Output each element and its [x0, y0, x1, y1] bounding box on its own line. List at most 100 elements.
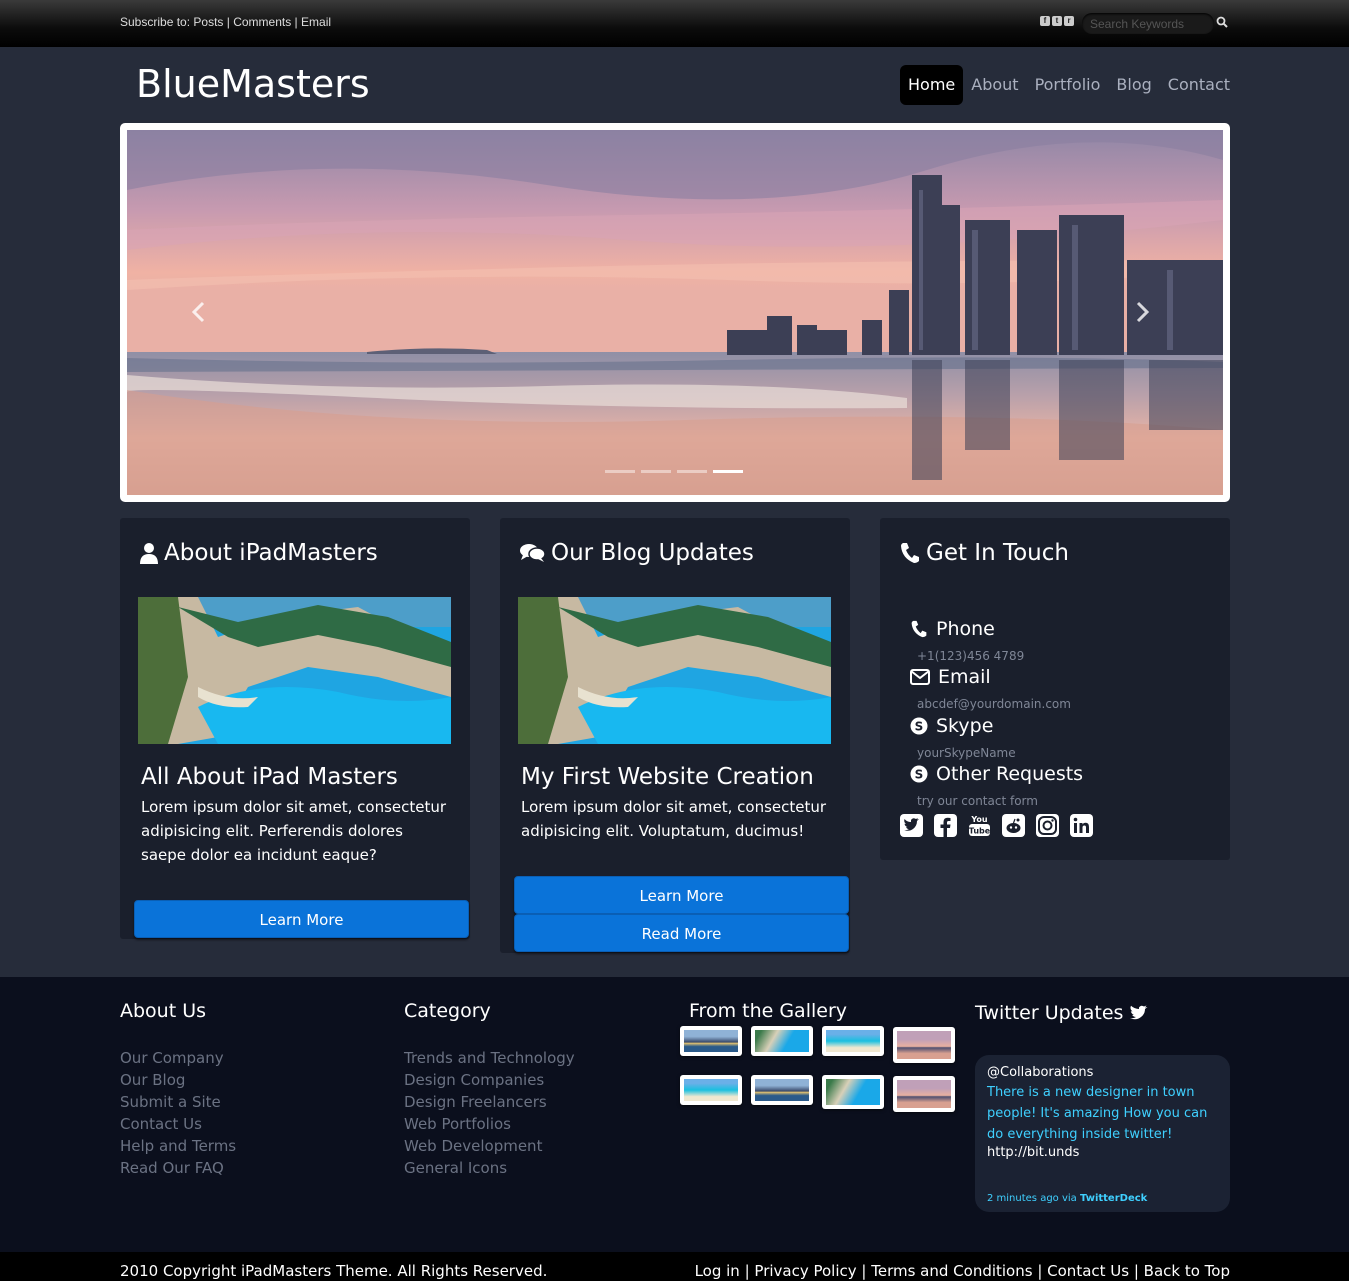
tweet-time: 2 minutes ago via: [987, 1193, 1077, 1204]
gallery-thumb[interactable]: [751, 1075, 813, 1105]
tweet-card: @Collaborations There is a new designer …: [975, 1055, 1230, 1212]
carousel-indicator[interactable]: [677, 470, 707, 473]
nav-about[interactable]: About: [963, 65, 1026, 105]
nav-home[interactable]: Home: [900, 65, 964, 105]
blog-read-more-button[interactable]: Read More: [514, 914, 849, 952]
phone-icon: [911, 620, 927, 638]
category-link[interactable]: General Icons: [404, 1157, 575, 1179]
rss-icon[interactable]: r: [1064, 16, 1074, 26]
about-card-text: Lorem ipsum dolor sit amet, consectetur …: [141, 798, 447, 864]
facebook-icon[interactable]: [934, 814, 957, 837]
about-panel-title: About iPadMasters: [140, 540, 378, 566]
search-icon[interactable]: [1216, 16, 1228, 28]
about-panel: About iPadMasters All About iPad Masters…: [120, 518, 470, 939]
terms-link[interactable]: Terms and Conditions: [871, 1262, 1032, 1280]
footer-link-our-blog[interactable]: Our Blog: [120, 1069, 236, 1091]
contact-other-value: try our contact form: [917, 794, 1038, 808]
contact-phone-label: Phone: [936, 618, 995, 640]
instagram-icon[interactable]: [1036, 814, 1059, 837]
contact-title-text: Get In Touch: [926, 540, 1069, 566]
category-link[interactable]: Design Freelancers: [404, 1091, 575, 1113]
gallery-thumb[interactable]: [680, 1075, 742, 1105]
blog-image: [518, 597, 831, 744]
facebook-icon[interactable]: f: [1040, 16, 1050, 26]
about-learn-more-button[interactable]: Learn More: [134, 900, 469, 938]
contact-link[interactable]: Contact Us: [1047, 1262, 1129, 1280]
contact-other-label: Other Requests: [936, 763, 1084, 785]
subscribe-comments-link[interactable]: Comments: [233, 15, 291, 29]
user-icon: [140, 543, 158, 564]
privacy-link[interactable]: Privacy Policy: [754, 1262, 856, 1280]
blog-card-text: Lorem ipsum dolor sit amet, consectetur …: [521, 798, 827, 840]
twitter-icon[interactable]: t: [1052, 16, 1062, 26]
contact-panel-title: Get In Touch: [900, 540, 1069, 566]
blog-learn-more-button[interactable]: Learn More: [514, 876, 849, 914]
contact-skype-value: yourSkypeName: [917, 746, 1016, 760]
blog-panel-title: Our Blog Updates: [520, 540, 754, 566]
login-link[interactable]: Log in: [695, 1262, 740, 1280]
bottom-bar: 2010 Copyright iPadMasters Theme. All Ri…: [0, 1252, 1349, 1281]
nav-portfolio[interactable]: Portfolio: [1027, 65, 1109, 105]
back-to-top-link[interactable]: Back to Top: [1144, 1262, 1230, 1280]
blog-panel: Our Blog Updates My First Website Creati…: [500, 518, 850, 953]
carousel-prev-arrow[interactable]: [189, 300, 209, 324]
linkedin-icon[interactable]: [1070, 814, 1093, 837]
svg-text:S: S: [915, 768, 924, 782]
subscribe-email-link[interactable]: Email: [301, 15, 331, 29]
skype-icon: S: [910, 717, 928, 735]
twitter-title-text: Twitter Updates: [975, 1002, 1124, 1024]
tweet-link[interactable]: http://bit.unds: [987, 1145, 1218, 1160]
subscribe-prefix: Subscribe to:: [120, 15, 191, 29]
gallery-thumb[interactable]: [751, 1026, 813, 1056]
contact-social-icons: You Tube: [900, 814, 1093, 837]
footer-category-title: Category: [404, 1000, 491, 1022]
subscribe-links: Subscribe to: Posts | Comments | Email: [120, 15, 332, 29]
footer-about-list: Our Company Our Blog Submit a Site Conta…: [120, 1047, 236, 1179]
gallery-thumb[interactable]: [680, 1026, 742, 1056]
category-link[interactable]: Web Development: [404, 1135, 575, 1157]
search-input[interactable]: [1082, 13, 1214, 34]
gallery-thumb[interactable]: [893, 1076, 955, 1112]
top-social-icons: f t r: [1040, 16, 1074, 26]
tweet-source[interactable]: TwitterDeck: [1080, 1193, 1147, 1204]
gallery-thumb[interactable]: [822, 1075, 884, 1109]
footer-category-list: Trends and Technology Design Companies D…: [404, 1047, 575, 1179]
skype-icon: S: [910, 765, 928, 783]
gallery-thumb[interactable]: [822, 1026, 884, 1056]
bottom-links: Log in | Privacy Policy | Terms and Cond…: [694, 1262, 1230, 1280]
contact-skype-label: Skype: [936, 715, 994, 737]
carousel-indicator-active[interactable]: [713, 470, 743, 473]
footer-link-help-terms[interactable]: Help and Terms: [120, 1135, 236, 1157]
category-link[interactable]: Web Portfolios: [404, 1113, 575, 1135]
nav-contact[interactable]: Contact: [1160, 65, 1238, 105]
footer-twitter-title: Twitter Updates: [975, 1002, 1149, 1024]
contact-phone-value: +1(123)456 4789: [917, 649, 1025, 663]
nav-blog[interactable]: Blog: [1108, 65, 1159, 105]
twitter-icon[interactable]: [900, 814, 923, 837]
about-card-title: All About iPad Masters: [141, 764, 398, 790]
about-image: [138, 597, 451, 744]
contact-other: S Other Requests: [910, 763, 1083, 785]
footer-link-our-company[interactable]: Our Company: [120, 1047, 236, 1069]
svg-text:Tube: Tube: [969, 827, 991, 836]
category-link[interactable]: Trends and Technology: [404, 1047, 575, 1069]
youtube-icon[interactable]: You Tube: [968, 814, 991, 837]
contact-phone: Phone: [910, 618, 995, 640]
subscribe-posts-link[interactable]: Posts: [193, 15, 223, 29]
top-bar: Subscribe to: Posts | Comments | Email f…: [0, 0, 1349, 47]
brand-logo[interactable]: BlueMasters: [136, 62, 370, 106]
carousel-indicator[interactable]: [641, 470, 671, 473]
contact-panel: Get In Touch Phone +1(123)456 4789 Email…: [880, 518, 1230, 860]
reddit-icon[interactable]: [1002, 814, 1025, 837]
tweet-user[interactable]: @Collaborations: [987, 1065, 1218, 1080]
footer-link-contact-us[interactable]: Contact Us: [120, 1113, 236, 1135]
gallery-thumb[interactable]: [893, 1027, 955, 1063]
svg-text:S: S: [915, 720, 924, 734]
category-link[interactable]: Design Companies: [404, 1069, 575, 1091]
footer-link-submit-site[interactable]: Submit a Site: [120, 1091, 236, 1113]
carousel-indicator[interactable]: [605, 470, 635, 473]
tweet-text: There is a new designer in town people! …: [987, 1085, 1208, 1142]
footer: About Us Our Company Our Blog Submit a S…: [0, 977, 1349, 1252]
footer-link-faq[interactable]: Read Our FAQ: [120, 1157, 236, 1179]
carousel-next-arrow[interactable]: [1132, 300, 1152, 324]
